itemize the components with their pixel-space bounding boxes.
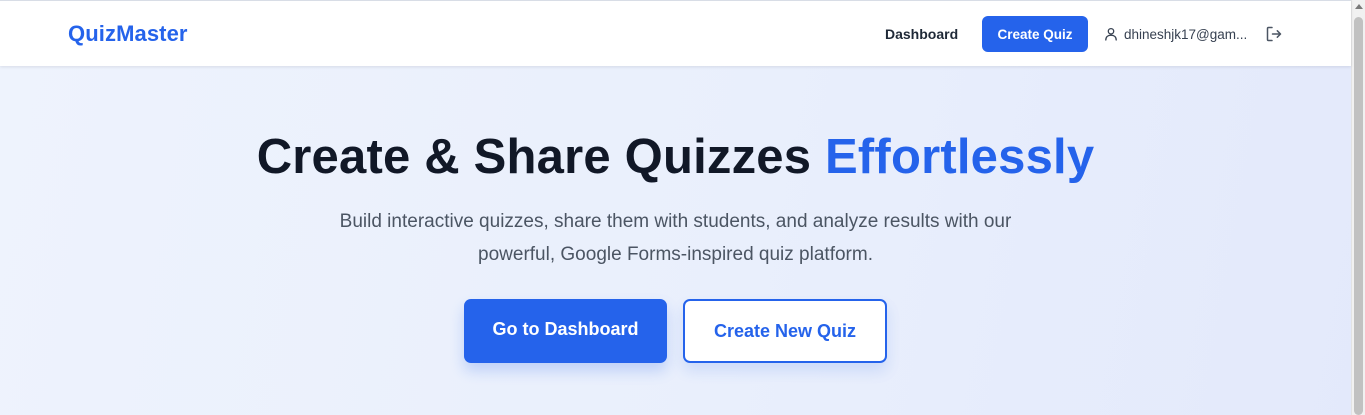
scrollbar-thumb[interactable]	[1354, 17, 1363, 415]
hero-title-main: Create & Share Quizzes	[256, 130, 812, 184]
hero-subtitle-line-1: Build interactive quizzes, share them wi…	[339, 211, 1012, 232]
create-quiz-button[interactable]: Create Quiz	[982, 16, 1088, 52]
logout-icon	[1266, 26, 1282, 42]
vertical-scrollbar[interactable]	[1351, 0, 1365, 415]
create-new-quiz-button[interactable]: Create New Quiz	[683, 299, 887, 363]
hero-subtitle-line-2: powerful, Google Forms-inspired quiz pla…	[478, 244, 873, 265]
user-menu[interactable]: dhineshjk17@gam...	[1104, 25, 1247, 43]
hero-subtitle: Build interactive quizzes, share them wi…	[300, 205, 1051, 271]
user-icon	[1105, 27, 1117, 41]
scroll-up-arrow-icon[interactable]	[1355, 4, 1363, 9]
top-navbar: QuizMaster Dashboard Create Quiz dhinesh…	[0, 0, 1351, 66]
nav-dashboard-link[interactable]: Dashboard	[885, 26, 958, 42]
brand-logo[interactable]: QuizMaster	[68, 21, 188, 47]
go-to-dashboard-button[interactable]: Go to Dashboard	[464, 299, 667, 363]
hero-title-accent: Effortlessly	[825, 130, 1095, 184]
page: QuizMaster Dashboard Create Quiz dhinesh…	[0, 0, 1351, 415]
hero-title: Create & Share Quizzes Effortlessly	[0, 128, 1351, 186]
user-email: dhineshjk17@gam...	[1124, 26, 1248, 42]
logout-button[interactable]	[1263, 23, 1285, 45]
